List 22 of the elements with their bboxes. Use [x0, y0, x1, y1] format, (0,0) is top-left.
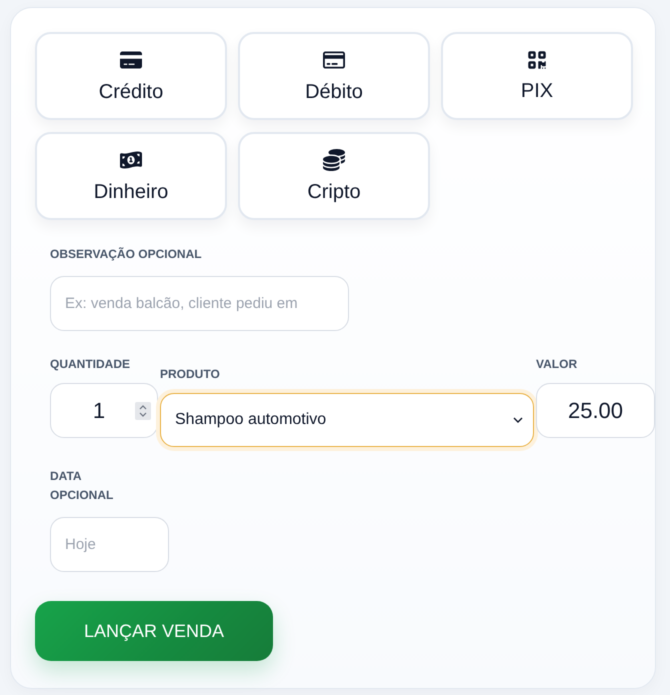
- banknote-icon: [120, 148, 142, 170]
- credit-card-icon: [120, 48, 142, 70]
- field-label: QUANTIDADE: [50, 356, 131, 373]
- payment-method-button[interactable]: Crédito: [35, 32, 227, 120]
- qr-code-icon: [527, 50, 547, 70]
- payment-method-button[interactable]: Débito: [238, 32, 430, 120]
- observation-input[interactable]: Ex: venda balcão, cliente pediu em: [50, 276, 349, 331]
- field-label: OBSERVAÇÃO OPCIONAL: [50, 246, 203, 263]
- card-outline-icon: [323, 48, 345, 70]
- payment-method-button[interactable]: Dinheiro: [35, 132, 227, 220]
- quantity-input[interactable]: 1: [50, 383, 158, 438]
- coins-icon: [323, 148, 345, 170]
- field-label: PRODUTO: [160, 366, 221, 383]
- chevron-down-icon: [513, 417, 523, 423]
- payment-method-button[interactable]: Cripto: [238, 132, 430, 220]
- date-input[interactable]: Hoje: [50, 517, 169, 572]
- field-label: VALOR: [536, 356, 578, 373]
- price-input[interactable]: 25.00: [536, 383, 655, 438]
- submit-sale-button[interactable]: LANÇAR VENDA: [35, 601, 273, 661]
- field-label: DATA OPCIONAL: [50, 468, 114, 504]
- spinner-icon[interactable]: [135, 402, 151, 420]
- payment-method-button[interactable]: PIX: [441, 32, 633, 120]
